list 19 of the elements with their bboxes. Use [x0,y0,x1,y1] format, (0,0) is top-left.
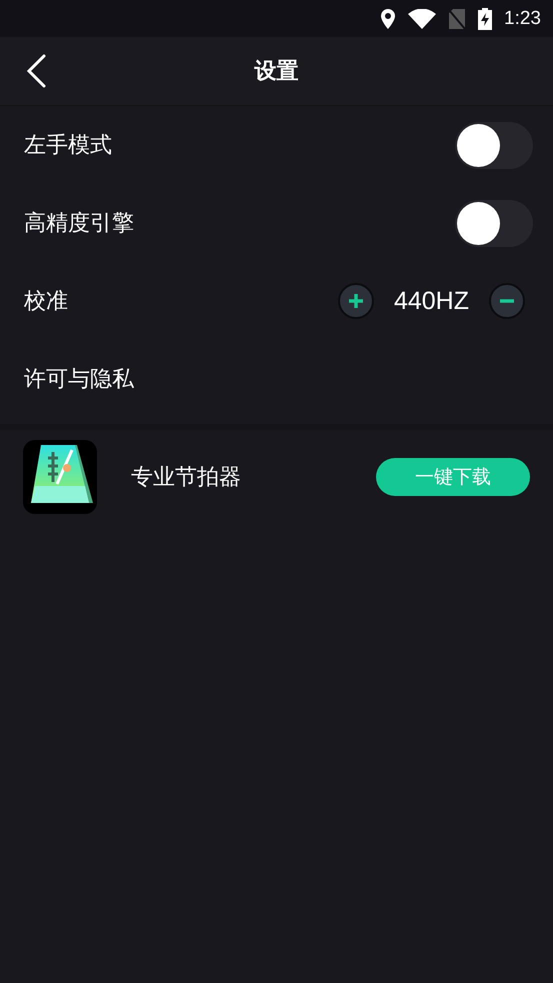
back-icon[interactable] [26,54,46,88]
setting-label: 高精度引擎 [24,210,134,238]
wifi-icon [408,8,436,28]
minus-icon[interactable] [489,283,525,319]
page-title: 设置 [254,58,298,86]
location-icon [380,8,396,28]
no-sim-icon [448,8,466,30]
toggle-switch[interactable] [455,200,533,246]
plus-icon[interactable] [338,283,374,319]
setting-label: 校准 [24,288,68,316]
frequency-value: 440HZ [394,286,469,316]
setting-label: 左手模式 [24,132,112,160]
battery-charging-icon [478,8,492,30]
metronome-icon [23,440,97,514]
toggle-switch[interactable] [455,122,533,168]
setting-label: 许可与隐私 [24,366,134,394]
app-name: 专业节拍器 [131,464,242,492]
status-time: 1:23 [504,8,541,30]
download-button[interactable]: 一键下载 [376,458,530,496]
